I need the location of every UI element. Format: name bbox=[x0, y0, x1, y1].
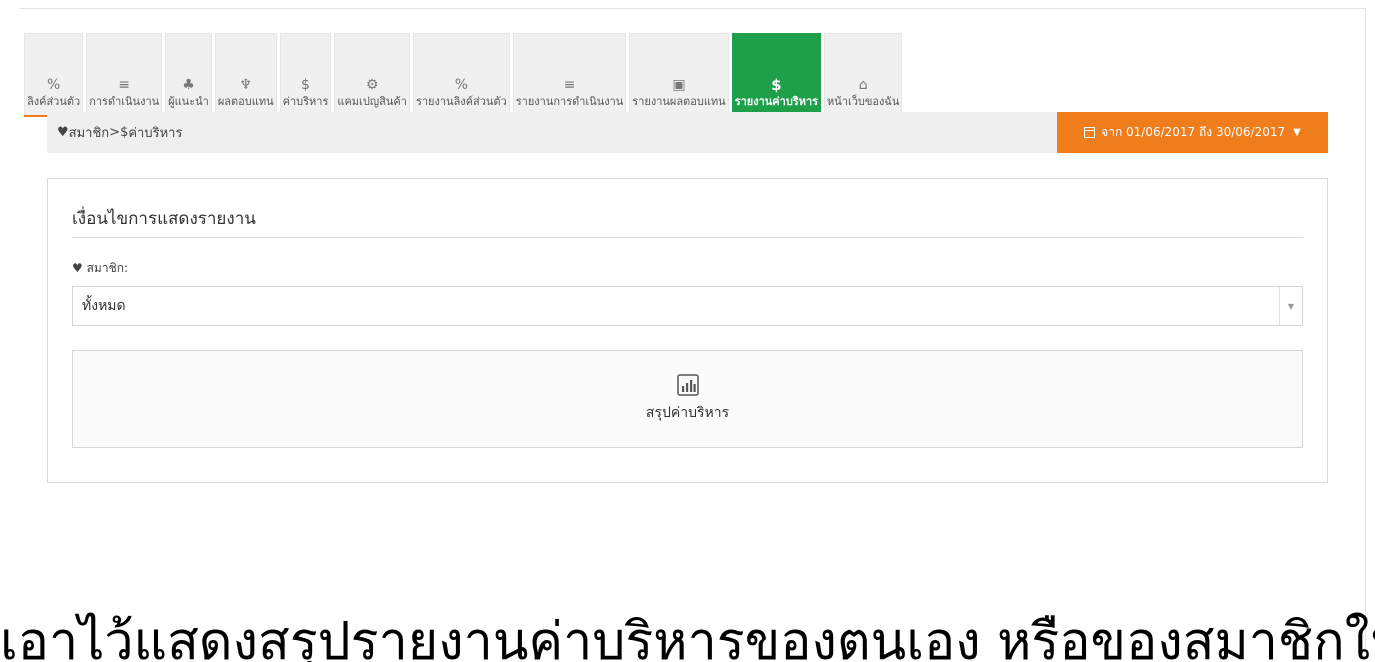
heart-icon: ♥ bbox=[72, 261, 83, 275]
tab-label: รายงานค่าบริหาร bbox=[734, 95, 819, 108]
tab-4[interactable]: ♆ ผลตอบแทน bbox=[214, 33, 277, 115]
management-fee-summary-button[interactable]: สรุปค่าบริหาร bbox=[72, 350, 1303, 448]
tab-label: รายงานการดำเนินงาน bbox=[515, 95, 624, 108]
home-icon: ⌂ bbox=[858, 77, 868, 93]
breadcrumb-separator: > bbox=[109, 125, 121, 140]
list-icon: ≡ bbox=[118, 77, 131, 93]
dollar-icon: $ bbox=[301, 77, 310, 93]
tab-label: ค่าบริหาร bbox=[282, 95, 329, 108]
tab-9[interactable]: ▣ รายงานผลตอบแทน bbox=[629, 33, 729, 115]
dollar-icon: $ bbox=[120, 125, 129, 140]
report-conditions-box: เงื่อนไขการแสดงรายงาน ♥ สมาชิก: ทั้งหมด … bbox=[47, 178, 1328, 483]
tab-label: รายงานผลตอบแทน bbox=[632, 95, 726, 108]
member-select[interactable]: ทั้งหมด ▼ bbox=[72, 286, 1303, 326]
tab-10[interactable]: $ รายงานค่าบริหาร bbox=[731, 33, 822, 115]
date-range-label: จาก 01/06/2017 ถึง 30/06/2017 bbox=[1101, 125, 1286, 139]
breadcrumb-current: ค่าบริหาร bbox=[128, 126, 183, 141]
select-caret-icon[interactable]: ▼ bbox=[1279, 287, 1302, 325]
member-select-value: ทั้งหมด bbox=[82, 298, 126, 314]
tab-label: การดำเนินงาน bbox=[89, 95, 160, 108]
dollar-icon: $ bbox=[771, 76, 782, 94]
tab-5[interactable]: $ ค่าบริหาร bbox=[279, 33, 332, 115]
tab-2[interactable]: ≡ การดำเนินงาน bbox=[86, 33, 163, 115]
trophy-icon: ♆ bbox=[239, 77, 252, 93]
sitemap-icon: ♣ bbox=[182, 77, 195, 93]
calendar-icon bbox=[1084, 127, 1096, 138]
tab-6[interactable]: ⚙ แคมเปญสินค้า bbox=[334, 33, 410, 115]
tab-1[interactable]: % ลิงค์ส่วนตัว bbox=[24, 33, 84, 115]
tab-label: แคมเปญสินค้า bbox=[337, 95, 407, 108]
date-range-button[interactable]: จาก 01/06/2017 ถึง 30/06/2017 ▼ bbox=[1057, 112, 1328, 153]
breadcrumb: ♥ สมาชิก > $ ค่าบริหาร bbox=[47, 112, 1057, 153]
tab-label: ลิงค์ส่วนตัว bbox=[27, 95, 81, 108]
member-filter-label: ♥ สมาชิก: bbox=[72, 259, 128, 278]
percent-icon: % bbox=[46, 77, 61, 93]
money-icon: ▣ bbox=[672, 77, 686, 93]
tab-label: ผู้แนะนำ bbox=[168, 95, 209, 108]
list-icon: ≡ bbox=[563, 77, 576, 93]
summary-label: สรุปค่าบริหาร bbox=[645, 405, 730, 421]
member-filter-label-text: สมาชิก: bbox=[86, 261, 129, 275]
tab-3[interactable]: ♣ ผู้แนะนำ bbox=[165, 33, 212, 115]
tab-11[interactable]: ⌂ หน้าเว็บของฉัน bbox=[824, 33, 903, 115]
gift-icon: ⚙ bbox=[365, 77, 379, 93]
tab-label: รายงานลิงค์ส่วนตัว bbox=[415, 95, 507, 108]
report-tab-bar: % ลิงค์ส่วนตัว ≡ การดำเนินงาน ♣ ผู้แนะนำ ♆ ผลตอ… bbox=[24, 33, 903, 115]
chevron-down-icon: ▼ bbox=[1293, 127, 1301, 138]
heart-icon: ♥ bbox=[57, 125, 69, 140]
tab-8[interactable]: ≡ รายงานการดำเนินงาน bbox=[512, 33, 627, 115]
tab-label: ผลตอบแทน bbox=[217, 95, 274, 108]
breadcrumb-home-link[interactable]: สมาชิก bbox=[69, 122, 110, 143]
section-title: เงื่อนไขการแสดงรายงาน bbox=[72, 209, 256, 229]
bar-chart-icon bbox=[676, 374, 699, 396]
section-divider bbox=[72, 237, 1303, 238]
percent-icon: % bbox=[454, 77, 469, 93]
tab-label: หน้าเว็บของฉัน bbox=[827, 95, 900, 108]
caption-text: เอาไว้แสดงสรุปรายงานค่าบริหารของตนเอง หร… bbox=[0, 612, 1375, 662]
screenshot-frame: % ลิงค์ส่วนตัว ≡ การดำเนินงาน ♣ ผู้แนะนำ ♆ ผลตอ… bbox=[0, 0, 1375, 662]
tab-7[interactable]: % รายงานลิงค์ส่วนตัว bbox=[412, 33, 510, 115]
